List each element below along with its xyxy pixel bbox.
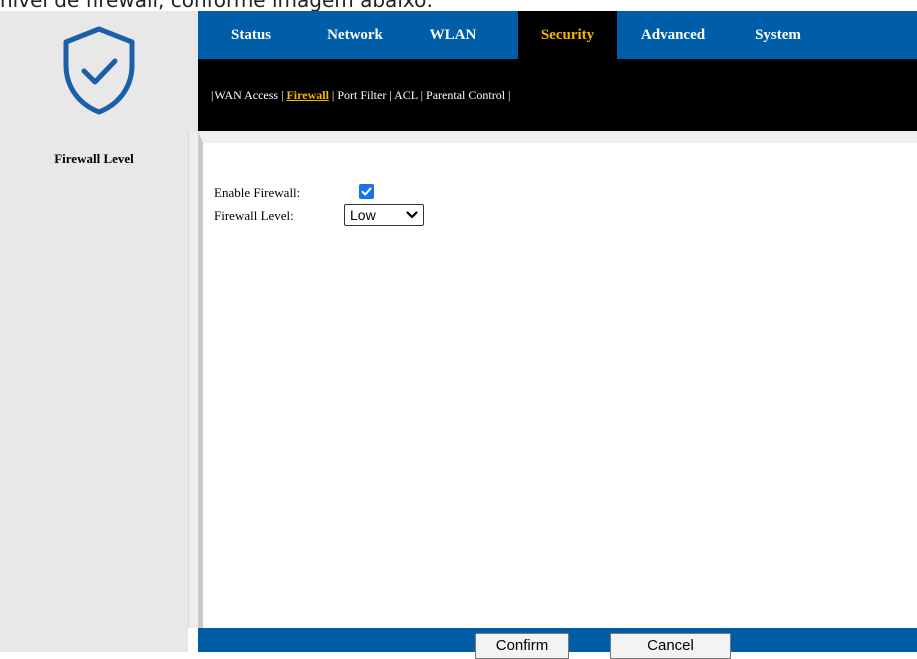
sidebar: Firewall Level: [0, 131, 188, 628]
cancel-button[interactable]: Cancel: [610, 633, 731, 659]
tab-system[interactable]: System: [738, 11, 818, 59]
tab-network[interactable]: Network: [312, 11, 398, 59]
firewall-level-label: Firewall Level:: [214, 208, 294, 223]
firewall-level-value: Low: [350, 207, 376, 223]
footer-bar: Confirm Cancel: [198, 628, 917, 659]
main-nav: Status Network WLAN Security Advanced Sy…: [198, 11, 917, 59]
subnav-parental-control[interactable]: Parental Control: [426, 88, 505, 102]
enable-firewall-checkbox[interactable]: [359, 184, 374, 199]
sub-nav: | WAN Access | Firewall | Port Filter | …: [198, 59, 917, 131]
shield-check-icon: [63, 26, 135, 115]
chevron-down-icon: [406, 211, 418, 219]
check-icon: [361, 187, 372, 196]
tab-advanced[interactable]: Advanced: [628, 11, 718, 59]
tab-wlan[interactable]: WLAN: [420, 11, 486, 59]
content-panel: Enable Firewall: Firewall Level: Low: [198, 131, 917, 628]
subnav-port-filter[interactable]: Port Filter: [337, 88, 386, 102]
sidebar-item-firewall-level[interactable]: Firewall Level: [0, 151, 188, 167]
confirm-button[interactable]: Confirm: [475, 633, 569, 659]
footer-left: [0, 628, 188, 652]
tab-security[interactable]: Security: [518, 11, 617, 59]
enable-firewall-label: Enable Firewall:: [214, 185, 301, 200]
logo-area: [0, 11, 199, 131]
firewall-level-select[interactable]: Low: [344, 204, 424, 226]
subnav-wan-access[interactable]: WAN Access: [214, 88, 278, 102]
footer-gap: [188, 628, 198, 652]
tab-status[interactable]: Status: [212, 11, 290, 59]
sidebar-divider: [188, 131, 198, 628]
subnav-firewall[interactable]: Firewall: [286, 88, 328, 102]
subnav-acl[interactable]: ACL: [394, 88, 418, 102]
